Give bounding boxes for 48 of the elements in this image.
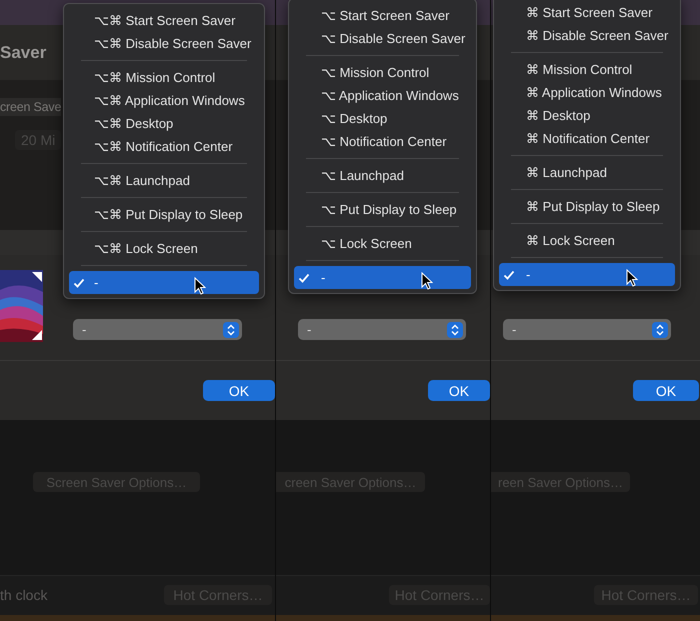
cursor-icon (421, 272, 433, 290)
window-title: Saver (0, 42, 46, 62)
field-label: creen Save (0, 98, 62, 116)
menu-item[interactable]: ⌥⌘ Notification Center (69, 135, 259, 158)
menu-item[interactable]: ⌘ Start Screen Saver (499, 1, 675, 24)
menu-item[interactable]: ⌥ Desktop (294, 107, 471, 130)
menu-item[interactable]: - (294, 266, 471, 289)
stepper-icon (447, 322, 463, 338)
menu-item[interactable]: ⌘ Lock Screen (499, 229, 675, 252)
menu-item[interactable]: ⌘ Put Display to Sleep (499, 195, 675, 218)
menu-item[interactable]: ⌥ Lock Screen (294, 232, 471, 255)
menu-item[interactable]: ⌥ Start Screen Saver (294, 4, 471, 27)
menu-item[interactable]: ⌥ Launchpad (294, 164, 471, 187)
menu-item[interactable]: ⌥⌘ Mission Control (69, 66, 259, 89)
menu-item[interactable]: - (69, 271, 259, 294)
check-icon (503, 268, 515, 280)
cursor-icon (626, 269, 638, 287)
stepper-icon (652, 322, 668, 338)
popup-button[interactable]: - (298, 319, 466, 340)
ok-button[interactable]: OK (633, 380, 699, 401)
menu-item[interactable]: ⌥ Application Windows (294, 84, 471, 107)
check-icon (298, 272, 310, 284)
menu-item[interactable]: ⌥⌘ Desktop (69, 112, 259, 135)
menu-item[interactable]: ⌥⌘ Application Windows (69, 89, 259, 112)
stepper-icon (223, 322, 239, 338)
menu-item[interactable]: ⌘ Disable Screen Saver (499, 24, 675, 47)
menu-item[interactable]: ⌥⌘ Disable Screen Saver (69, 32, 259, 55)
menu-item[interactable]: ⌘ Mission Control (499, 58, 675, 81)
menu-item[interactable]: ⌘ Notification Center (499, 127, 675, 150)
menu-item[interactable]: ⌥⌘ Launchpad (69, 169, 259, 192)
menu-item[interactable]: ⌥⌘ Put Display to Sleep (69, 203, 259, 226)
menu-item[interactable]: ⌥⌘ Start Screen Saver (69, 9, 259, 32)
menu-item[interactable]: ⌥ Put Display to Sleep (294, 198, 471, 221)
ok-button[interactable]: OK (203, 380, 275, 401)
menu-item[interactable]: ⌘ Application Windows (499, 81, 675, 104)
check-icon (73, 276, 85, 288)
menu-item[interactable]: ⌥⌘ Lock Screen (69, 237, 259, 260)
popup-button[interactable]: - (73, 319, 242, 340)
menu-item[interactable]: ⌥ Disable Screen Saver (294, 27, 471, 50)
checkbox-label: th clock (0, 587, 48, 603)
popup-button[interactable]: - (503, 319, 671, 340)
menu-item[interactable]: ⌥ Notification Center (294, 130, 471, 153)
menu-item[interactable]: ⌘ Desktop (499, 104, 675, 127)
menu-item[interactable]: ⌥ Mission Control (294, 61, 471, 84)
cursor-icon (194, 277, 206, 295)
menu-item[interactable]: - (499, 263, 675, 286)
ok-button[interactable]: OK (428, 380, 490, 401)
menu-item[interactable]: ⌘ Launchpad (499, 161, 675, 184)
